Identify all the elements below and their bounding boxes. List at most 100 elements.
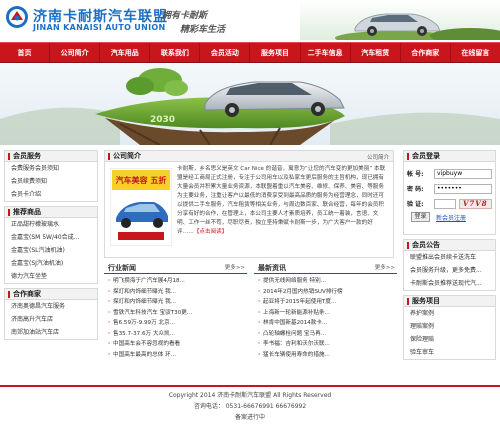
nav-used-cars[interactable]: 二手车信息: [301, 43, 351, 62]
list-item[interactable]: 养护案例: [404, 307, 495, 320]
nav-partners[interactable]: 合作商家: [401, 43, 451, 62]
list-item[interactable]: 理赔案例: [404, 320, 495, 333]
footer-copyright: Copyright 2014 济南卡耐斯汽车联盟 All Rights Rese…: [168, 392, 332, 399]
captcha-label: 验 证:: [407, 201, 424, 208]
member-service-panel: 会员服务 会费服务会员须知 会员续费须知 会员卡介绍: [4, 150, 98, 202]
industry-news-more-link[interactable]: 更多>>: [225, 262, 245, 274]
panel-title: 行业新闻: [108, 264, 136, 272]
intro-body: 卡耐斯，乡名思义是英文 Car Nice 的谐音，寓意为“让您的汽车变的更加美丽…: [177, 166, 386, 235]
panel-title: 公司简介: [105, 151, 393, 162]
nav-message[interactable]: 在线留言: [451, 43, 500, 62]
news-item[interactable]: 上海新一轮新能源补贴条...: [254, 308, 397, 319]
slogan-line-2: 精彩车生活: [180, 25, 226, 35]
news-item[interactable]: 探灯和内饰细节曝光 我...: [104, 297, 247, 308]
list-item[interactable]: 金嘉宝(SJ汽油机油): [5, 257, 97, 270]
list-item[interactable]: 会员服务升级，更多免费...: [404, 264, 495, 277]
promo-poster-image: 汽车美容 五折: [110, 168, 172, 246]
recommended-products-panel: 推荐商品 正品甜柠檬玻璃水 金嘉宝(SM 5W/40合成... 金嘉宝(SL汽油…: [4, 206, 98, 284]
panel-title: 推荐商品: [5, 207, 97, 218]
password-input[interactable]: [434, 183, 492, 194]
news-item[interactable]: 凸轮轴螺栓问题 宝马再...: [254, 329, 397, 340]
account-input[interactable]: [434, 168, 492, 179]
list-item[interactable]: 联盟推出会员续卡送洗车: [404, 251, 495, 264]
nav-car-products[interactable]: 汽车用品: [100, 43, 151, 62]
banner-text: 2030: [150, 115, 175, 125]
list-item[interactable]: 济南奥德昌汽车服务: [5, 300, 97, 313]
register-link[interactable]: 新会员注册: [436, 213, 466, 222]
main-nav: 首页 公司简介 汽车用品 联系我们 会员活动 服务项目 二手车信息 汽车租赁 合…: [0, 42, 500, 63]
latest-info-panel: 最新资讯 更多>> 提供无线网络服务 特别... 2014年2月国内热销SUV排…: [254, 262, 397, 360]
header-slogan: 拥有卡耐斯 精彩车生活: [162, 8, 252, 36]
footer-icp: 备案进行中: [234, 414, 265, 421]
list-item[interactable]: 德力汽车坐垫: [5, 270, 97, 283]
news-item[interactable]: 探灯和内饰细节曝光 我...: [104, 287, 247, 298]
site-header: 济南卡耐斯汽车联盟 JINAN KANAISI AUTO UNION 拥有卡耐斯…: [0, 0, 500, 40]
news-item[interactable]: 起亚将于2015年起使用T度...: [254, 297, 397, 308]
news-item[interactable]: 售6.59万-9.99万 北京...: [104, 318, 247, 329]
brand-logo-icon: [6, 6, 28, 28]
read-more-link[interactable]: 【点击阅读】: [194, 229, 228, 235]
panel-title: 会员登录: [404, 151, 495, 162]
list-item[interactable]: 金嘉宝(SL汽油机油): [5, 244, 97, 257]
news-item[interactable]: 猛长车辆使用寿命的措施...: [254, 350, 397, 361]
intro-more-link[interactable]: 公司简介: [367, 153, 389, 161]
nav-services[interactable]: 服务项目: [250, 43, 301, 62]
company-intro-panel: 公司简介 公司简介 汽车美容 五折 卡耐斯，乡名思义是英文 Car Nice 的…: [104, 150, 394, 258]
login-button[interactable]: 登录: [411, 212, 430, 222]
left-sidebar: 会员服务 会费服务会员须知 会员续费须知 会员卡介绍 推荐商品 正品甜柠檬玻璃水…: [4, 150, 98, 344]
promo-caption: 汽车美容 五折: [116, 175, 167, 185]
news-item[interactable]: 中国高车最高的总体 环...: [104, 350, 247, 361]
list-item[interactable]: 验车审车: [404, 346, 495, 359]
news-item[interactable]: 2014年2月国内热销SUV排行榜: [254, 287, 397, 298]
news-item[interactable]: 中国高车会不容忽视的看看: [104, 339, 247, 350]
footer-phone: 咨询电话： 0531-66676991 66676992: [193, 403, 307, 410]
news-item[interactable]: 提供无线网络服务 特别...: [254, 276, 397, 287]
member-login-panel: 会员登录 帐 号: 密 码: 验 证: V7V8 登录 新会员注册: [403, 150, 496, 235]
password-label: 密 码:: [407, 186, 424, 193]
panel-title: 最新资讯: [258, 264, 286, 272]
list-item[interactable]: 会员续费须知: [5, 175, 97, 188]
nav-about[interactable]: 公司简介: [50, 43, 101, 62]
news-item[interactable]: 林肯中国新基2014款卡...: [254, 318, 397, 329]
list-item[interactable]: 保险理赔: [404, 333, 495, 346]
nav-car-rental[interactable]: 汽车租赁: [351, 43, 401, 62]
hero-banner: 2030: [0, 64, 500, 145]
list-item[interactable]: 金嘉宝(SM 5W/40合成...: [5, 231, 97, 244]
panel-title: 服务项目: [404, 296, 495, 307]
panel-title: 合作商家: [5, 289, 97, 300]
account-label: 帐 号:: [407, 171, 424, 178]
header-car-image: [300, 0, 500, 40]
site-footer: Copyright 2014 济南卡耐斯汽车联盟 All Rights Rese…: [0, 385, 500, 427]
panel-title: 会员服务: [5, 151, 97, 162]
news-section: 行业新闻 更多>> 明飞攒海于广汽车展4月18... 探灯和内饰细节曝光 我..…: [104, 262, 397, 374]
partners-panel: 合作商家 济南奥德昌汽车服务 济南高升汽车店 南郊加油站汽车店: [4, 288, 98, 340]
news-item[interactable]: 雪铁汽车科技汽车 宝驭T30更...: [104, 308, 247, 319]
list-item[interactable]: 会费服务会员须知: [5, 162, 97, 175]
captcha-image[interactable]: V7V8: [458, 198, 492, 209]
list-item[interactable]: 卡耐斯会员推荐送现代汽...: [404, 277, 495, 290]
latest-info-more-link[interactable]: 更多>>: [375, 262, 395, 274]
intro-text: 卡耐斯，乡名思义是英文 Car Nice 的谐音，寓意为“让您的汽车变的更加美丽…: [177, 165, 389, 237]
brand-name-en: JINAN KANAISI AUTO UNION: [33, 23, 166, 32]
list-item[interactable]: 南郊加油站汽车店: [5, 326, 97, 339]
latest-info-header: 最新资讯 更多>>: [254, 262, 397, 274]
main-content: 公司简介 公司简介 汽车美容 五折 卡耐斯，乡名思义是英文 Car Nice 的…: [104, 150, 397, 360]
industry-news-panel: 行业新闻 更多>> 明飞攒海于广汽车展4月18... 探灯和内饰细节曝光 我..…: [104, 262, 247, 360]
nav-contact[interactable]: 联系我们: [150, 43, 201, 62]
news-item[interactable]: 明飞攒海于广汽车展4月18...: [104, 276, 247, 287]
list-item[interactable]: 济南高升汽车店: [5, 313, 97, 326]
captcha-input[interactable]: [433, 198, 456, 209]
hero-banner-image: 2030: [0, 64, 500, 145]
services-panel: 服务项目 养护案例 理赔案例 保险理赔 验车审车: [403, 295, 496, 360]
login-form: 帐 号: 密 码: 验 证: V7V8 登录 新会员注册: [404, 162, 495, 234]
industry-news-header: 行业新闻 更多>>: [104, 262, 247, 274]
news-item[interactable]: 售35.7-37.6万 大众凯...: [104, 329, 247, 340]
slogan-line-1: 拥有卡耐斯: [162, 11, 208, 21]
news-item[interactable]: 李书福：吉利和沃尔沃联...: [254, 339, 397, 350]
right-sidebar: 会员登录 帐 号: 密 码: 验 证: V7V8 登录 新会员注册 会员公告: [403, 150, 496, 364]
nav-member-events[interactable]: 会员活动: [200, 43, 251, 62]
list-item[interactable]: 正品甜柠檬玻璃水: [5, 218, 97, 231]
panel-title: 会员公告: [404, 240, 495, 251]
nav-home[interactable]: 首页: [0, 43, 51, 62]
list-item[interactable]: 会员卡介绍: [5, 188, 97, 201]
